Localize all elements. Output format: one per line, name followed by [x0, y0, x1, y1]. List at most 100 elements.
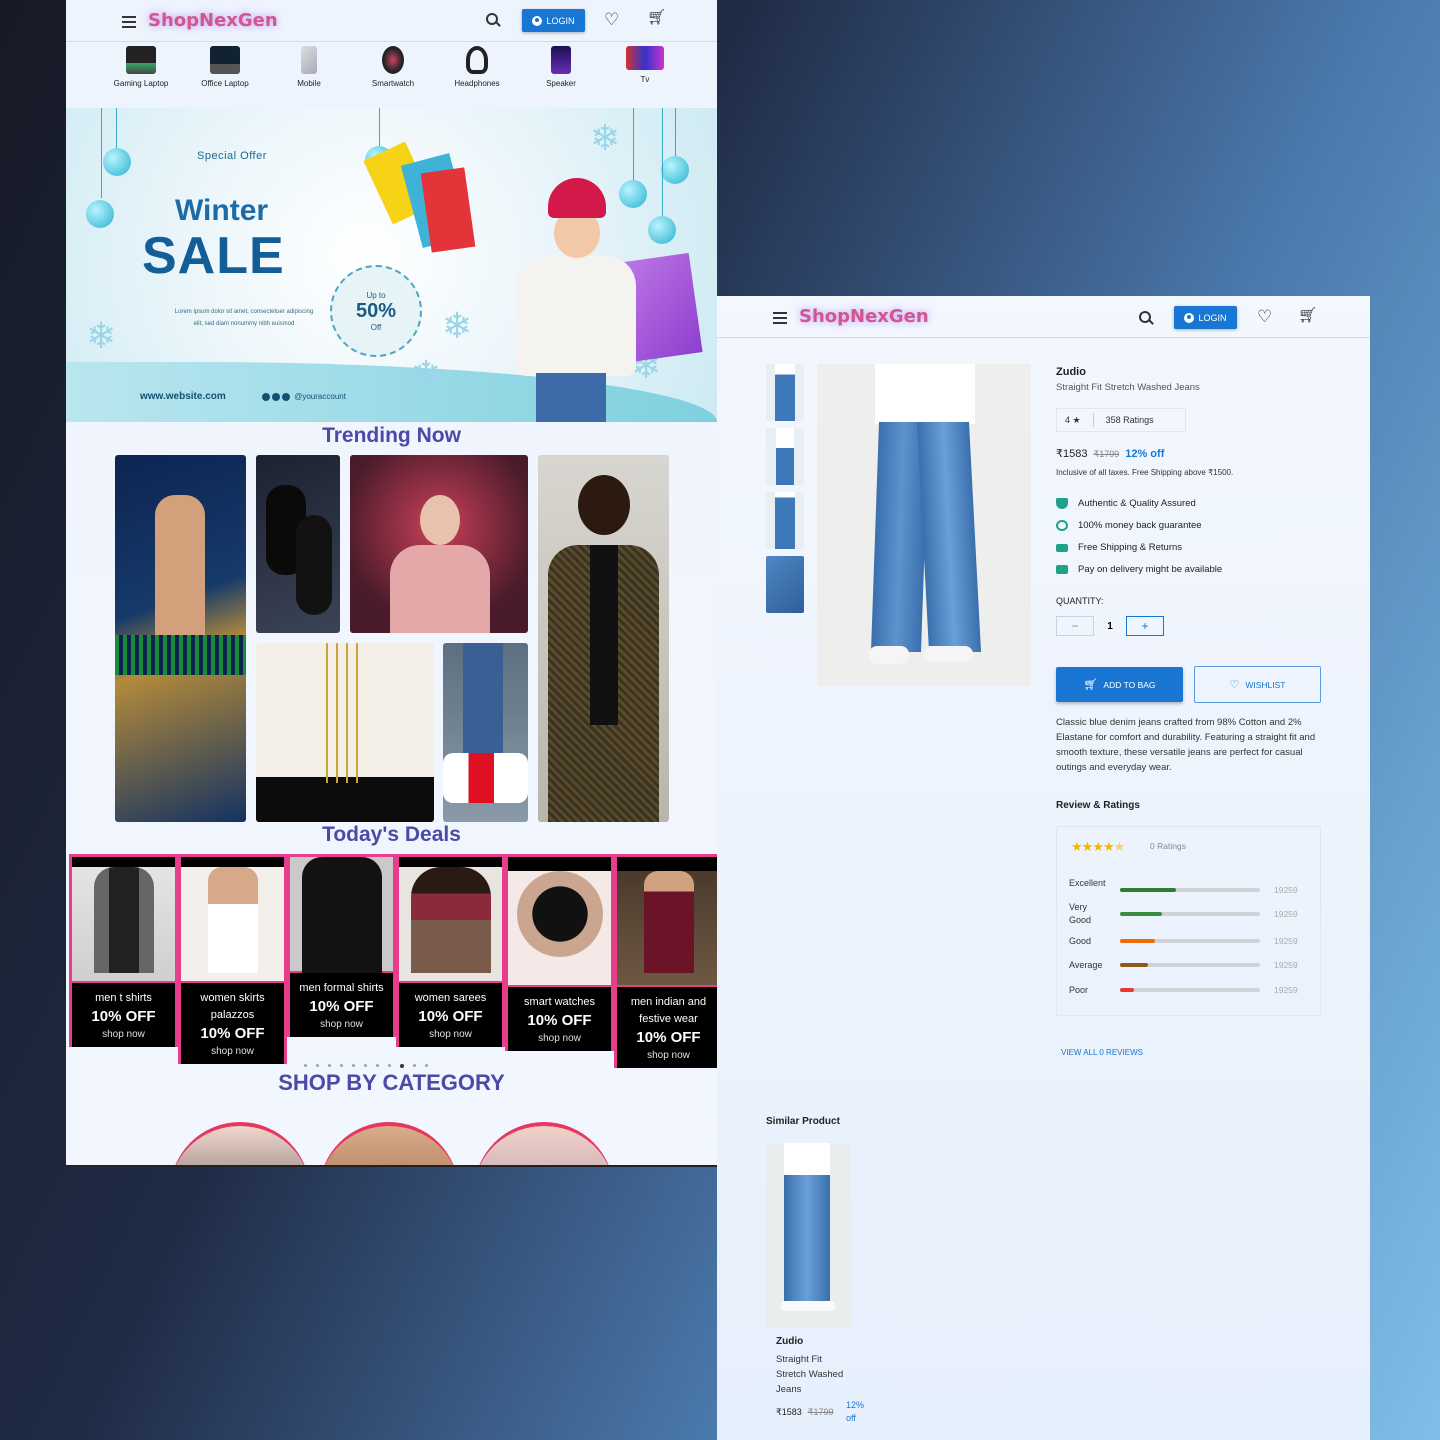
deal-shop-now[interactable]: shop now — [399, 1027, 502, 1047]
banner-website: www.website.com — [140, 391, 226, 402]
trending-blazer[interactable] — [538, 455, 669, 822]
carousel-dot[interactable] — [376, 1064, 379, 1067]
mrp: ₹1799 — [1093, 449, 1120, 459]
cart-icon[interactable]: 🛒︎ — [1298, 308, 1317, 323]
ratings-box: ★★★★★ 0 Ratings Excellent 19259 Very Good 1… — [1056, 826, 1321, 1016]
wishlist-button[interactable]: ♡ WISHLIST — [1194, 666, 1321, 703]
category-circle[interactable] — [319, 1122, 459, 1165]
winter-sale-banner[interactable]: ❄ ❄ ❄ ❄ ❄ Special Offer Winter SALE Lore… — [66, 108, 717, 422]
thumbnail[interactable] — [766, 428, 804, 485]
banner-special-offer: Special Offer — [197, 150, 267, 162]
shoe — [296, 515, 332, 615]
category-gaming-laptop[interactable]: Gaming Laptop — [106, 44, 176, 90]
carousel-dot[interactable] — [425, 1064, 428, 1067]
carousel-dot[interactable] — [328, 1064, 331, 1067]
carousel-dot[interactable] — [304, 1064, 307, 1067]
category-label: Smartwatch — [371, 79, 415, 88]
deal-image — [72, 867, 175, 983]
trending-bridal[interactable] — [350, 455, 528, 633]
category-circle[interactable] — [474, 1122, 614, 1165]
product-main-image[interactable] — [817, 364, 1031, 686]
rating-bar-fill — [1120, 988, 1134, 992]
menu-icon[interactable] — [773, 312, 787, 324]
trending-saree[interactable] — [115, 455, 246, 822]
menu-icon[interactable] — [122, 16, 136, 28]
category-smartwatch[interactable]: Smartwatch — [358, 44, 428, 90]
category-speaker[interactable]: Speaker — [526, 44, 596, 90]
rating-bar-row: Good 19259 — [1069, 934, 1309, 948]
carousel-dot[interactable] — [364, 1064, 367, 1067]
trending-shoes[interactable] — [256, 455, 340, 633]
sneaker — [923, 646, 973, 662]
feature-label: Free Shipping & Returns — [1078, 542, 1183, 553]
carousel-dot[interactable] — [400, 1064, 404, 1068]
thumbnail[interactable] — [766, 492, 804, 549]
star-rating: ★★★★★ — [1071, 839, 1125, 855]
rating-bar-count: 19259 — [1274, 960, 1298, 970]
view-all-reviews-link[interactable]: VIEW ALL 0 REVIEWS — [1061, 1048, 1143, 1057]
deal-shop-now[interactable]: shop now — [72, 1027, 175, 1047]
deal-card[interactable]: men formal shirts 10% OFF shop now — [287, 854, 396, 1037]
search-icon[interactable] — [1139, 311, 1153, 325]
rating-summary[interactable]: 4 ★ 358 Ratings — [1056, 408, 1186, 432]
deal-shop-now[interactable]: shop now — [181, 1044, 284, 1064]
category-tv[interactable]: Tv — [610, 44, 680, 86]
category-office-laptop[interactable]: Office Laptop — [190, 44, 260, 90]
instagram-icon — [262, 392, 270, 401]
add-to-bag-label: ADD TO BAG — [1103, 679, 1156, 690]
category-mobile[interactable]: Mobile — [274, 44, 344, 90]
rating-bar-fill — [1120, 939, 1155, 943]
similar-name: Straight Fit Stretch Washed Jeans — [776, 1354, 844, 1395]
increase-quantity-button[interactable]: + — [1126, 616, 1164, 636]
deal-shop-now[interactable]: shop now — [508, 1031, 611, 1051]
rating-bar-row: Average 19259 — [1069, 958, 1309, 972]
thumbnail[interactable] — [766, 556, 804, 613]
rating-bar-track — [1120, 963, 1260, 967]
snowflake-icon: ❄ — [411, 353, 442, 394]
trending-jewellery[interactable] — [256, 643, 434, 822]
deal-caption: men indian and festive wear — [630, 996, 707, 1025]
similar-product-image[interactable] — [766, 1143, 851, 1328]
feature-item: Pay on delivery might be available — [1056, 564, 1222, 575]
search-icon[interactable] — [486, 13, 500, 27]
facebook-icon — [272, 392, 280, 401]
wishlist-icon[interactable]: ♡ — [1257, 308, 1272, 325]
banner-lorem: Lorem ipsum dolor sit amet, consectetuer… — [174, 309, 314, 327]
decrease-quantity-button[interactable]: − — [1056, 616, 1094, 636]
deals-carousel: men t shirts 10% OFF shop now women skir… — [66, 854, 717, 1068]
wishlist-label: WISHLIST — [1245, 679, 1286, 690]
discount-badge: Up to 50% Off — [330, 265, 422, 357]
carousel-dots[interactable] — [304, 1064, 428, 1068]
add-to-bag-button[interactable]: 🛒︎ ADD TO BAG — [1056, 667, 1183, 702]
deal-card[interactable]: women sarees 10% OFF shop now — [396, 854, 505, 1047]
price: ₹1583 — [1056, 448, 1088, 460]
brand-logo[interactable]: ShopNexGen — [799, 306, 929, 327]
carousel-dot[interactable] — [352, 1064, 355, 1067]
thumbnail[interactable] — [766, 364, 804, 421]
cart-icon[interactable]: 🛒︎ — [647, 10, 666, 25]
login-button[interactable]: LOGIN — [1174, 306, 1237, 329]
login-label: LOGIN — [546, 15, 575, 26]
deal-card[interactable]: women skirts palazzos 10% OFF shop now — [178, 854, 287, 1064]
wishlist-icon[interactable]: ♡ — [604, 11, 619, 28]
carousel-dot[interactable] — [316, 1064, 319, 1067]
login-button[interactable]: LOGIN — [522, 9, 585, 32]
carousel-dot[interactable] — [388, 1064, 391, 1067]
quantity-value: 1 — [1107, 620, 1113, 632]
deal-card[interactable]: men t shirts 10% OFF shop now — [69, 854, 178, 1047]
rating-bar-track — [1120, 912, 1260, 916]
category-label: Tv — [640, 75, 650, 84]
carousel-dot[interactable] — [413, 1064, 416, 1067]
category-circle[interactable] — [170, 1122, 310, 1165]
deal-shop-now[interactable]: shop now — [290, 1017, 393, 1037]
saree-bangles — [115, 635, 246, 675]
home-page-window: ShopNexGen LOGIN ♡ 🛒︎ Gaming Laptop Offi… — [66, 0, 717, 1167]
deal-image — [617, 871, 717, 987]
category-headphones[interactable]: Headphones — [442, 44, 512, 90]
deal-card[interactable]: men indian and festive wear 10% OFF shop… — [614, 854, 717, 1068]
brand-logo[interactable]: ShopNexGen — [148, 10, 278, 31]
trending-sneakers[interactable] — [443, 643, 528, 822]
carousel-dot[interactable] — [340, 1064, 343, 1067]
deal-shop-now[interactable]: shop now — [617, 1048, 717, 1068]
deal-card[interactable]: smart watches 10% OFF shop now — [505, 854, 614, 1051]
